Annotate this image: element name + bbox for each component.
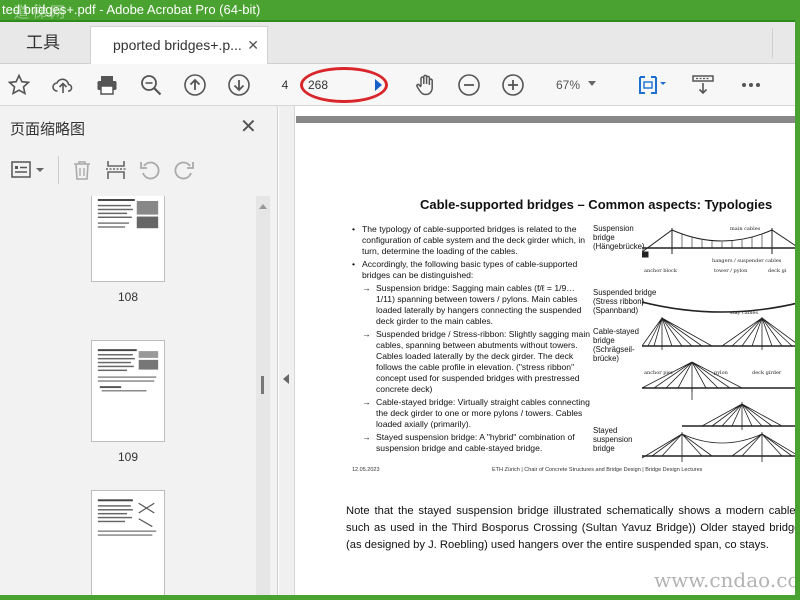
thumbnails-panel: 页面缩略图 ✕ 108 109 (0, 106, 278, 600)
arrow-marker: → (362, 283, 371, 293)
stayed-suspension-bridge-diagram (642, 361, 800, 400)
thumbnail-list: 108 109 (0, 196, 256, 600)
rotate-left-icon[interactable] (136, 158, 164, 182)
search-icon[interactable] (136, 70, 166, 100)
stayed-suspension-bridge-diagram-2 (642, 432, 800, 462)
collapse-panel-icon[interactable] (283, 374, 289, 384)
annotation-stay-cables: stay cables (730, 310, 759, 316)
close-panel-icon[interactable]: ✕ (240, 114, 257, 139)
tab-document[interactable]: pported bridges+.p... ✕ (90, 26, 268, 64)
bridge-typology-diagrams: main cables hangers / suspender cables a… (642, 226, 800, 462)
annotation-tower: tower / pylon (714, 268, 748, 274)
zoom-level-value: 67% (556, 78, 581, 92)
scroll-mode-icon[interactable] (688, 70, 718, 100)
extract-page-icon[interactable] (102, 158, 130, 182)
annotation-highlight-ellipse (300, 67, 388, 103)
tab-bar: 工具 pported bridges+.p... ✕ (0, 22, 800, 64)
document-view: Cable-supported bridges – Common aspects… (296, 106, 800, 600)
thumbnail-label: 109 (117, 450, 139, 464)
page-number-input[interactable]: 4 (270, 73, 300, 97)
annotation-hangers: hangers / suspender cables (712, 258, 782, 264)
thumbnail-scrollbar[interactable] (256, 196, 270, 600)
sub-bullet-text: Suspension bridge: Sagging main cables (… (376, 283, 582, 326)
print-icon[interactable] (92, 70, 122, 100)
suspension-bridge-diagram (642, 228, 800, 258)
cloud-upload-icon[interactable] (48, 70, 78, 100)
more-icon[interactable] (736, 70, 766, 100)
sub-bullet-item: → Cable-stayed bridge: Virtually straight… (350, 397, 590, 430)
sub-bullet-text: Cable-stayed bridge: Virtually straight … (376, 397, 590, 429)
thumbnail-page[interactable] (91, 340, 165, 442)
sub-bullet-item: → Stayed suspension bridge: A "hybrid" co… (350, 432, 590, 454)
page-top-edge (296, 116, 800, 123)
sub-bullet-item: → Suspended bridge / Stress-ribbon: Sligh… (350, 329, 590, 395)
thumbnail-label: 108 (117, 290, 139, 304)
diagram-label: Suspension bridge (Hängebrücke) (593, 224, 645, 251)
annotation-main-cables: main cables (730, 226, 761, 232)
bullet-item: • Accordingly, the following basic types … (350, 259, 590, 281)
sub-bullet-text: Suspended bridge / Stress-ribbon: Slight… (376, 329, 591, 394)
cable-stayed-variant-diagram (682, 402, 800, 430)
document-body-text: Note that the stayed suspension bridge i… (346, 505, 800, 551)
hand-icon[interactable] (410, 70, 440, 100)
fit-page-icon[interactable] (634, 70, 670, 100)
slide-title: Cable-supported bridges – Common aspects… (420, 197, 773, 212)
zoom-level-select[interactable]: 67% (544, 73, 600, 97)
delete-page-icon[interactable] (68, 158, 96, 182)
bullet-text: Accordingly, the following basic types o… (362, 259, 578, 280)
cable-stayed-bridge-diagram (642, 317, 800, 350)
close-tab-icon[interactable]: ✕ (247, 27, 259, 63)
tab-document-label: pported bridges+.p... (113, 37, 242, 53)
star-icon[interactable] (4, 70, 34, 100)
scroll-up-icon[interactable] (259, 204, 267, 209)
annotation-deck-girder: deck girder (752, 370, 782, 376)
slide-bullets: • The typology of cable-supported bridges… (350, 224, 590, 456)
panel-toolbar (0, 150, 278, 190)
thumbnail-options-icon[interactable] (10, 158, 46, 182)
suspended-bridge-diagram (642, 298, 800, 313)
thumbnail-page[interactable] (91, 490, 165, 600)
site-watermark: www.cndao.com (654, 568, 800, 592)
main-toolbar: 4 268 67% (0, 64, 800, 106)
bullet-marker: • (352, 259, 356, 269)
arrow-marker: → (362, 432, 371, 442)
sub-bullet-item: → Suspension bridge: Sagging main cables … (350, 283, 590, 327)
panel-collapse-strip[interactable] (279, 106, 295, 600)
slide-footer-date: 12.05.2023 (352, 467, 380, 473)
bullet-item: • The typology of cable-supported bridges… (350, 224, 590, 257)
slide-footer-institution: ETH Zürich | Chair of Concrete Structure… (492, 467, 703, 473)
annotation-deck: deck gi (768, 268, 787, 274)
screenshot-frame-bottom (0, 595, 800, 600)
chevron-down-icon (588, 81, 596, 86)
sub-bullet-text: Stayed suspension bridge: A "hybrid" com… (376, 432, 575, 453)
annotation-pylon: pylon (714, 370, 729, 376)
bullet-marker: • (352, 224, 356, 234)
zoom-in-icon[interactable] (498, 70, 528, 100)
diagram-label: Stayed suspension bridge (593, 426, 633, 453)
page-down-icon[interactable] (224, 70, 254, 100)
arrow-marker: → (362, 397, 371, 407)
zoom-out-icon[interactable] (454, 70, 484, 100)
window-titlebar: ted bridges+.pdf - Adobe Acrobat Pro (64… (0, 0, 800, 22)
screenshot-frame-right (795, 0, 800, 600)
tab-tools[interactable]: 工具 (0, 22, 86, 64)
watermark-logo: 道梯网 (14, 3, 69, 21)
page-up-icon[interactable] (180, 70, 210, 100)
bullet-text: The typology of cable-supported bridges … (362, 224, 586, 256)
arrow-marker: → (362, 329, 371, 339)
tabbar-divider (772, 28, 773, 58)
thumbnail-page[interactable] (91, 196, 165, 282)
panel-toolbar-divider (58, 156, 59, 184)
panel-title: 页面缩略图 (10, 121, 86, 138)
annotation-anchor-block: anchor block (644, 268, 678, 274)
annotation-anchor-pier: anchor pier (644, 370, 674, 376)
diagram-label: Cable-stayed bridge (Schrägseil-brücke) (593, 327, 639, 363)
scrollbar-grip[interactable] (261, 376, 264, 394)
rotate-right-icon[interactable] (170, 158, 198, 182)
